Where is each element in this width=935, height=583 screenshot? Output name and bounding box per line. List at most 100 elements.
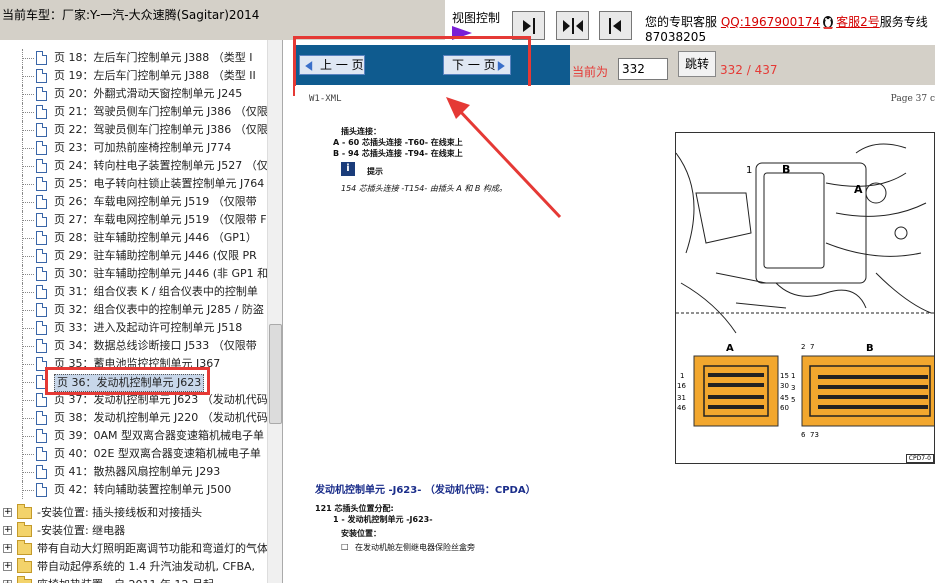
tree-item[interactable]: 页 24：转向柱电子装置控制单元 J527 （仅 xyxy=(0,157,268,175)
tree-item[interactable]: 页 29：驻车辅助控制单元 J446 (仅限 PR xyxy=(0,247,267,265)
document-icon xyxy=(36,105,47,119)
tree-folder[interactable]: + 带有自动大灯照明距离调节功能和弯道灯的气体 xyxy=(0,540,268,558)
page-jump-panel: 当前为 跳转 332 / 437 xyxy=(570,45,935,85)
tree-guide xyxy=(22,238,34,239)
tree-guide xyxy=(22,112,34,113)
tree-item[interactable]: 页 32：组合仪表中的控制单元 J285 / 防盗 xyxy=(0,301,267,319)
a-pin-45: 45 xyxy=(780,394,789,402)
page-number-input[interactable] xyxy=(618,58,668,80)
install-label: 安装位置： xyxy=(341,529,381,538)
document-page: W1-XML Page 37 c 插头连接： A - 60 芯插头连接 -T60… xyxy=(295,86,935,583)
fig-conn-a-label: A xyxy=(726,343,734,354)
fig-label-b-top: B xyxy=(782,163,790,176)
arrow-left-bar-icon xyxy=(609,18,621,34)
expand-plus-icon[interactable]: + xyxy=(3,544,12,553)
a-pin-60: 60 xyxy=(780,404,789,412)
tree-guide xyxy=(22,292,34,293)
tree-item[interactable]: 页 18：左后车门控制单元 J388 （类型 I xyxy=(0,49,267,67)
tree-item[interactable]: 页 30：驻车辅助控制单元 J446 (非 GP1 和 xyxy=(0,265,268,283)
document-icon xyxy=(36,267,47,281)
tree-item[interactable]: 页 33：进入及起动许可控制单元 J518 xyxy=(0,319,267,337)
page-total: 332 / 437 xyxy=(720,63,778,77)
tree-item[interactable]: 页 27：车载电网控制单元 J519 （仅限带 F xyxy=(0,211,267,229)
note-label: 提示 xyxy=(367,167,383,176)
info-icon: i xyxy=(341,162,355,176)
tree-guide xyxy=(22,400,34,401)
tree-guide xyxy=(22,310,34,311)
tree-item[interactable]: 页 26：车载电网控制单元 J519 （仅限带 xyxy=(0,193,267,211)
penguin-icon xyxy=(823,16,834,29)
tree-item-label: 页 33：进入及起动许可控制单元 J518 xyxy=(54,321,243,334)
document-icon xyxy=(36,87,47,101)
tree-guide xyxy=(22,436,34,437)
tree-item[interactable]: 页 19：左后车门控制单元 J388 （类型 II xyxy=(0,67,267,85)
tree-item-label: 页 25：电子转向柱锁止装置控制单元 J764 xyxy=(54,177,265,190)
tree-item[interactable]: 页 34：数据总线诊断接口 J533 （仅限带 xyxy=(0,337,267,355)
tree-item[interactable]: 页 21：驾驶员侧车门控制单元 J386 （仅限 xyxy=(0,103,268,121)
expand-plus-icon[interactable]: + xyxy=(3,508,12,517)
tree-item[interactable]: 页 20：外翻式滑动天窗控制单元 J245 xyxy=(0,85,267,103)
qq-link[interactable]: QQ:1967900174 xyxy=(721,15,820,29)
tree-item[interactable]: 页 31：组合仪表 K / 组合仪表中的控制单 xyxy=(0,283,267,301)
tree-guide xyxy=(22,130,34,131)
tree-folder[interactable]: + -安装位置: 插头接线板和对接插头 xyxy=(0,504,267,522)
tree-item-label: 页 19：左后车门控制单元 J388 （类型 II xyxy=(54,69,256,82)
chapter-tree[interactable]: 页 18：左后车门控制单元 J388 （类型 I 页 19：左后车门控制单元 J3… xyxy=(0,40,283,583)
tree-item-label: 页 18：左后车门控制单元 J388 （类型 I xyxy=(54,51,253,64)
a-pin-1: 1 xyxy=(680,372,684,380)
tree-item-label: 页 28：驻车辅助控制单元 J446 （GP1） xyxy=(54,231,257,244)
tree-folder[interactable]: + -安装位置: 继电器 xyxy=(0,522,267,540)
folder-icon xyxy=(17,504,32,519)
service-suffix: 服务专线 xyxy=(879,15,928,29)
document-icon xyxy=(36,393,47,407)
tree-scrollbar[interactable] xyxy=(267,40,282,583)
document-icon xyxy=(36,51,47,65)
expand-plus-icon[interactable]: + xyxy=(3,562,12,571)
tree-item-label: 页 23：可加热前座椅控制单元 J774 xyxy=(54,141,232,154)
connector-heading: 插头连接： xyxy=(341,127,381,136)
tree-guide xyxy=(22,76,34,77)
selected-item-highlight-box xyxy=(45,367,210,395)
tree-folder[interactable]: +座椅加热装置，自 2011 年 12 月起 xyxy=(0,576,267,583)
tree-item[interactable]: 页 38：发动机控制单元 J220 （发动机代码 xyxy=(0,409,268,427)
tree-item-label: 页 42：转向辅助装置控制单元 J500 xyxy=(54,483,232,496)
view-left-collapse-button[interactable] xyxy=(599,11,632,40)
document-icon xyxy=(36,195,47,209)
tree-item[interactable]: 页 41：散热器风扇控制单元 J293 xyxy=(0,463,267,481)
scrollbar-thumb[interactable] xyxy=(269,324,282,424)
tree-item[interactable]: 页 28：驻车辅助控制单元 J446 （GP1） xyxy=(0,229,267,247)
pin-assignment-heading: 121 芯插头位置分配: xyxy=(315,504,394,513)
tree-guide xyxy=(22,274,34,275)
tree-item[interactable]: 页 39：0AM 型双离合器变速箱机械电子单 xyxy=(0,427,267,445)
kefu2-link[interactable]: 客服2号 xyxy=(836,15,880,29)
item-1: 1 - 发动机控制单元 -J623- xyxy=(333,515,433,524)
tree-guide xyxy=(22,364,34,365)
folder-icon xyxy=(17,540,32,555)
tree-item[interactable]: 页 42：转向辅助装置控制单元 J500 xyxy=(0,481,267,499)
folder-icon xyxy=(17,576,32,583)
expand-plus-icon[interactable]: + xyxy=(3,526,12,535)
tree-item[interactable]: 页 40：02E 型双离合器变速箱机械电子单 xyxy=(0,445,267,463)
tree-item-label: 页 40：02E 型双离合器变速箱机械电子单 xyxy=(54,447,261,460)
a-pin-31: 31 xyxy=(677,394,686,402)
tree-item-label: 页 38：发动机控制单元 J220 （发动机代码 xyxy=(54,411,268,424)
document-icon xyxy=(36,465,47,479)
tree-item[interactable]: 页 23：可加热前座椅控制单元 J774 xyxy=(0,139,267,157)
tree-item[interactable]: 页 25：电子转向柱锁止装置控制单元 J764 xyxy=(0,175,267,193)
service-phone: 87038205 xyxy=(645,30,707,44)
jump-button[interactable]: 跳转 xyxy=(678,51,716,77)
tree-folder-label: -安装位置: 继电器 xyxy=(37,524,126,537)
tree-guide xyxy=(22,454,34,455)
tree-item[interactable]: 页 22：驾驶员侧车门控制单元 J386 （仅限 xyxy=(0,121,268,139)
tree-folder[interactable]: + 带自动起停系统的 1.4 升汽油发动机, CFBA, xyxy=(0,558,267,576)
document-icon xyxy=(36,411,47,425)
engine-bay-drawing: B A 1 A 1 16 31 46 15 30 45 60 B 2 7 1 3… xyxy=(676,143,934,439)
view-split-button[interactable] xyxy=(556,11,589,40)
document-icon xyxy=(36,303,47,317)
folder-icon xyxy=(17,522,32,537)
document-icon xyxy=(36,339,47,353)
tree-guide xyxy=(22,94,34,95)
b-pin-2: 2 xyxy=(801,343,805,351)
tree-folder-label: 带有自动大灯照明距离调节功能和弯道灯的气体 xyxy=(37,542,268,555)
a-pin-16: 16 xyxy=(677,382,686,390)
